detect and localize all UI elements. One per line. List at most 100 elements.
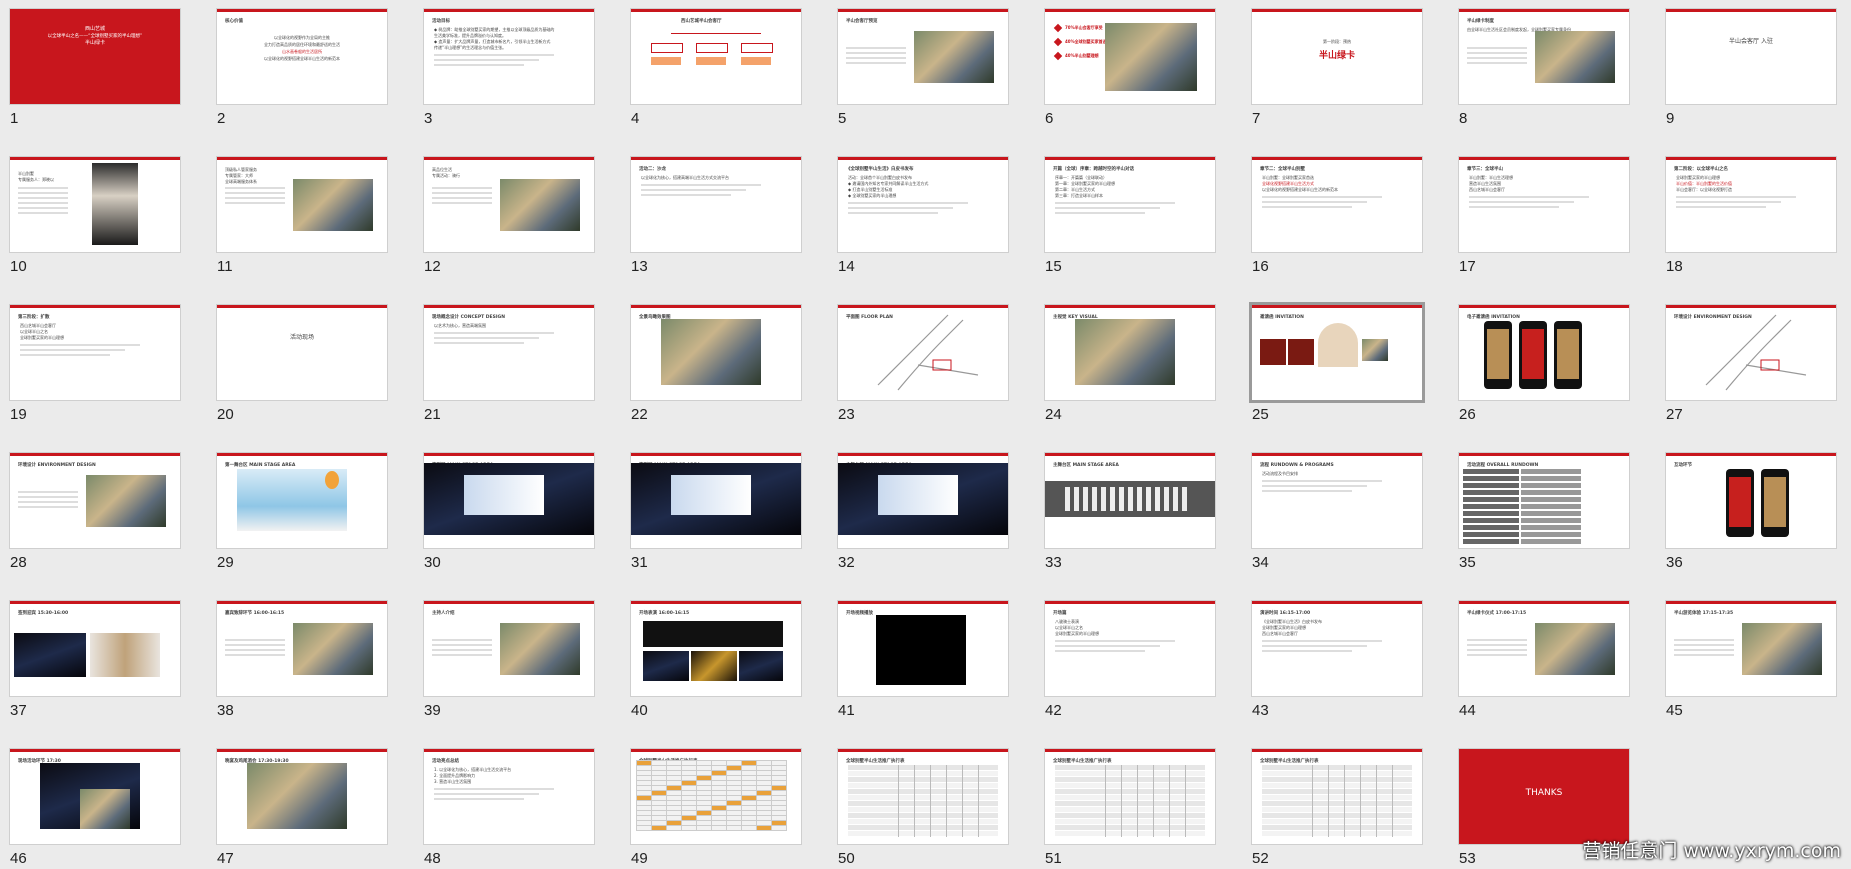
slide-thumbnail-53[interactable]: THANKS: [1459, 749, 1629, 844]
gantt-cell: [741, 825, 757, 831]
slide-thumbnail-46[interactable]: 现场活动环节 17:30: [10, 749, 180, 844]
slide-thumbnail-43[interactable]: 演讲时间 16:15-17:00 《全球别墅半山生活》白皮书发布 全球别墅买家的半山…: [1252, 601, 1422, 696]
slide-thumbnail-34[interactable]: 流程 RUNDOWN & PROGRAMS 活动流程及节目安排: [1252, 453, 1422, 548]
slide-thumbnail-49[interactable]: 全球别墅半山生活推广执行表: [631, 749, 801, 844]
slide-thumbnail-31[interactable]: 签到区 MAIN STAGE AREA: [631, 453, 801, 548]
slide-text: 全球别墅半山生活推广执行表: [846, 759, 905, 764]
slide-number: 47: [217, 850, 234, 867]
slide-thumbnail-52[interactable]: 全球别墅半山生活推广执行表: [1252, 749, 1422, 844]
slide-thumbnail-17[interactable]: 章节三：全球半山 半山别墅：半山生活理想 营造半山生活氛围 西山艺城半山会客厅: [1459, 157, 1629, 252]
gantt-cell: [681, 800, 697, 806]
slide-thumbnail-40[interactable]: 开场表演 16:00-16:15: [631, 601, 801, 696]
slide-thumbnail-44[interactable]: 半山绿卡仪式 17:00-17:15: [1459, 601, 1629, 696]
video-placeholder: [876, 615, 966, 685]
gantt-cell: [681, 785, 697, 791]
slide-thumbnail-27[interactable]: 环境设计 ENVIRONMENT DESIGN: [1666, 305, 1836, 400]
slide-thumbnail-47[interactable]: 晚宴及鸡尾酒会 17:30-19:30: [217, 749, 387, 844]
slide-text: 3. 营造半山生活氛围: [434, 779, 472, 784]
slide-cell: 环境设计 ENVIRONMENT DESIGN 28: [10, 453, 180, 571]
slide-thumbnail-3[interactable]: 活动目标 ◆ 树品牌：助推全球别墅买家的期望，主推以全球顶级品质为基础的 生活美学…: [424, 9, 594, 104]
text-line: [20, 344, 140, 346]
table-row: [1055, 765, 1205, 770]
slide-thumbnail-32[interactable]: 主舞台区 MAIN STAGE AREA: [838, 453, 1008, 548]
slide-thumbnail-18[interactable]: 第二阶段：以全球半山之名 全球别墅买家的半山理想 半山价值：半山别墅的生活价值 半山会…: [1666, 157, 1836, 252]
slide-thumbnail-29[interactable]: 第一舞台区 MAIN STAGE AREA: [217, 453, 387, 548]
gantt-cell: [696, 800, 712, 806]
table-col-divider: [1105, 765, 1106, 837]
slide-thumbnail-9[interactable]: 半山会客厅 入驻: [1666, 9, 1836, 104]
slide-thumbnail-36[interactable]: 互动环节: [1666, 453, 1836, 548]
slide-thumbnail-51[interactable]: 全球别墅半山生活推广执行表: [1045, 749, 1215, 844]
slide-thumbnail-41[interactable]: 开场视频播放: [838, 601, 1008, 696]
slide-thumbnail-38[interactable]: 嘉宾致辞环节 16:00-16:15: [217, 601, 387, 696]
gantt-cell: [771, 795, 787, 801]
gantt-cell: [756, 800, 772, 806]
rundown-label: [1463, 518, 1519, 523]
gantt-cell: [756, 775, 772, 781]
slide-thumbnail-33[interactable]: 主舞台区 MAIN STAGE AREA: [1045, 453, 1215, 548]
slide-thumbnail-21[interactable]: 现场概念设计 CONCEPT DESIGN 以艺术为核心，营造高端氛围: [424, 305, 594, 400]
gantt-cell: [666, 815, 682, 821]
rundown-value: [1521, 476, 1581, 481]
slide-thumbnail-20[interactable]: 活动现场: [217, 305, 387, 400]
slide-header-bar: [1045, 749, 1215, 752]
slide-thumbnail-48[interactable]: 活动亮点总结 1. 以全球化为核心，搭建半山生活交流平台 2. 全面提升品牌影响力 3…: [424, 749, 594, 844]
slide-text: 嘉宾致辞环节 16:00-16:15: [225, 611, 285, 616]
slide-thumbnail-13[interactable]: 活动二：沙龙 以全球化为核心，搭建高端半山生活方式交流平台: [631, 157, 801, 252]
slide-text: 西山艺城半山会客厅: [20, 323, 56, 328]
gantt-cell: [741, 795, 757, 801]
slide-thumbnail-14[interactable]: 《全球别墅半山生活》白皮书发布 活动：全球首个半山别墅白皮书发布 ◆ 邀请国内外知名…: [838, 157, 1008, 252]
slide-text: 40%全球别墅买家首选: [1065, 39, 1107, 44]
slide-thumbnail-42[interactable]: 开场篇 八骏骑士表演 以全球半山之名 全球别墅买家的半山理想: [1045, 601, 1215, 696]
slide-thumbnail-10[interactable]: 半山别墅 专属服务人：郑晓以: [10, 157, 180, 252]
slide-thumbnail-15[interactable]: 开篇（全球）序章：跨越时空的半山对话 序章一：开篇篇（全球联动） 第一章：全球别墅买…: [1045, 157, 1215, 252]
slide-thumbnail-7[interactable]: 第一阶段：预热 半山绿卡: [1252, 9, 1422, 104]
slide-thumbnail-4[interactable]: 西山艺城半山会客厅: [631, 9, 801, 104]
slide-text: 全球别墅买家的半山理想: [20, 335, 64, 340]
slide-thumbnail-12[interactable]: 高品位生活 专属活动：骑行: [424, 157, 594, 252]
gantt-cell: [681, 825, 697, 831]
slide-cell: 演讲时间 16:15-17:00 《全球别墅半山生活》白皮书发布 全球别墅买家的半山…: [1252, 601, 1422, 719]
gantt-cell: [726, 775, 742, 781]
slide-text: 传递“半山理想”的生活理念与价值主张。: [434, 45, 507, 50]
slide-thumbnail-5[interactable]: 半山会客厅预览: [838, 9, 1008, 104]
slide-thumbnail-8[interactable]: 半山绿卡制度 由全球半山生活社区会员制度发起，全球别墅买家专属身份: [1459, 9, 1629, 104]
slide-thumbnail-25[interactable]: 邀请函 INVITATION: [1252, 305, 1422, 400]
slide-thumbnail-30[interactable]: 签到区 MAIN STAGE AREA: [424, 453, 594, 548]
slide-thumbnail-2[interactable]: 核心价值 全力打造高品质的居住环境和最舒适的生活 山水画卷般的生活居所 以全球化的视野…: [217, 9, 387, 104]
slide-number: 51: [1045, 850, 1062, 867]
slide-thumbnail-35[interactable]: 活动流程 OVERALL RUNDOWN: [1459, 453, 1629, 548]
slide-thumbnail-28[interactable]: 环境设计 ENVIRONMENT DESIGN: [10, 453, 180, 548]
slide-cell: 晚宴及鸡尾酒会 17:30-19:30 47: [217, 749, 387, 867]
gantt-cell: [711, 815, 727, 821]
slide-text: 第三阶段：扩散: [18, 315, 50, 320]
text-line: [1055, 650, 1145, 652]
slide-text: 以全球化的视野作为全局的主推: [274, 35, 330, 40]
gantt-cell: [651, 785, 667, 791]
slide-thumbnail-19[interactable]: 第三阶段：扩散 西山艺城半山会客厅 以全球半山之名 全球别墅买家的半山理想: [10, 305, 180, 400]
slide-thumbnail-23[interactable]: 平面图 FLOOR PLAN: [838, 305, 1008, 400]
slide-thumbnail-45[interactable]: 半山游览体验 17:15-17:35: [1666, 601, 1836, 696]
slide-thumbnail-24[interactable]: 主视觉 KEY VISUAL: [1045, 305, 1215, 400]
slide-thumbnail-50[interactable]: 全球别墅半山生活推广执行表: [838, 749, 1008, 844]
slide-number: 18: [1666, 258, 1683, 275]
gantt-cell: [681, 780, 697, 786]
slide-thumbnail-37[interactable]: 签到迎宾 15:30-16:00: [10, 601, 180, 696]
table-col-divider: [946, 765, 947, 837]
slide-number: 44: [1459, 702, 1476, 719]
slide-thumbnail-26[interactable]: 电子邀请函 INVITATION: [1459, 305, 1629, 400]
photo: [80, 789, 130, 829]
slide-thumbnail-1[interactable]: 西山艺城 以全球半山之名——“全球别墅买家的半山理想” 半山绿卡: [10, 9, 180, 104]
slide-thumbnail-11[interactable]: 顶级私人管家服务 专属管家：大师 全球高端服务体系: [217, 157, 387, 252]
slide-header-bar: [631, 305, 801, 308]
slide-thumbnail-39[interactable]: 主持人介绍: [424, 601, 594, 696]
slide-text: 以全球化为核心，搭建高端半山生活方式交流平台: [641, 175, 729, 180]
slide-text: THANKS: [1525, 788, 1563, 798]
slide-thumbnail-6[interactable]: 70%半山会客厅享受 40%全球别墅买家首选 40%半山别墅理想: [1045, 9, 1215, 104]
text-line: [434, 332, 554, 334]
slide-thumbnail-16[interactable]: 章节二：全球半山别墅 半山别墅：全球别墅买家首选 全球化视野搭建半山生活方式 以全球化…: [1252, 157, 1422, 252]
slide-text: 70%半山会客厅享受: [1065, 25, 1103, 30]
slide-text: 第二章：半山生活方式: [1055, 187, 1095, 192]
slide-cell: 活动流程 OVERALL RUNDOWN 35: [1459, 453, 1629, 571]
slide-thumbnail-22[interactable]: 全景鸟瞰效果图: [631, 305, 801, 400]
